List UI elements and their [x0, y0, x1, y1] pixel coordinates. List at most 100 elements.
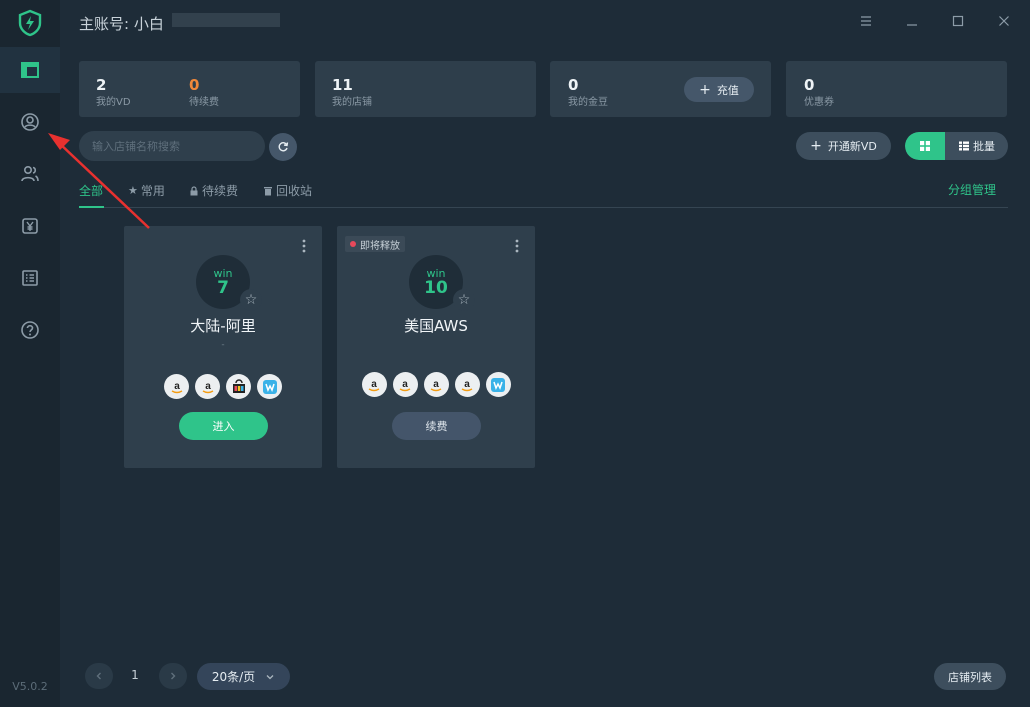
- vd-name: 美国AWS: [404, 317, 468, 335]
- tab-pending-renew-label: 待续费: [202, 184, 239, 198]
- status-badge-label: 即将释放: [360, 240, 400, 252]
- renew-button[interactable]: 续费: [392, 412, 481, 440]
- recharge-button[interactable]: + 充值: [684, 77, 754, 102]
- stat-my-beans-value: 0: [568, 76, 579, 94]
- wish-icon[interactable]: [485, 372, 511, 397]
- sidebar-item-help[interactable]: [0, 307, 60, 353]
- filter-tabs: 全部 ★ 常用 待续费 回收站 分组管理: [79, 180, 1008, 208]
- users-icon: [21, 165, 39, 182]
- stat-coupons-value: 0: [804, 76, 815, 94]
- plus-icon: +: [810, 138, 822, 154]
- favorite-button[interactable]: ☆: [240, 289, 262, 311]
- platform-list: a a a a: [337, 372, 535, 397]
- page-size-label: 20条/页: [211, 670, 256, 684]
- stat-my-beans-label: 我的金豆: [568, 97, 608, 108]
- sidebar-item-billing[interactable]: [0, 203, 60, 249]
- stat-pending-renew-label: 待续费: [189, 97, 219, 108]
- view-toggle: 批量: [905, 132, 1008, 160]
- menu-button[interactable]: [855, 10, 877, 32]
- sidebar-item-members[interactable]: [0, 151, 60, 197]
- stat-card-beans: 0 我的金豆 + 充值: [550, 61, 771, 117]
- platform-list: a a: [124, 374, 322, 399]
- amazon-icon[interactable]: a: [164, 374, 189, 399]
- amazon-icon[interactable]: a: [195, 374, 220, 399]
- status-dot: [350, 241, 356, 247]
- open-vd-label: 开通新VD: [827, 140, 877, 153]
- wish-icon[interactable]: [257, 374, 282, 399]
- shield-logo-icon: [18, 9, 42, 37]
- window-title: 主账号: 小白: [79, 13, 164, 34]
- title-prefix: 主账号:: [79, 15, 130, 33]
- shop-search-input[interactable]: [79, 131, 265, 161]
- app-version: V5.0.2: [12, 680, 48, 693]
- minimize-button[interactable]: [901, 10, 923, 32]
- amazon-icon[interactable]: a: [361, 372, 387, 397]
- vd-card[interactable]: 即将释放 win 10 ☆ 美国AWS a a a a 续费: [337, 226, 535, 468]
- sidebar-item-list[interactable]: [0, 255, 60, 301]
- maximize-icon: [952, 15, 964, 27]
- vd-subtitle: -: [221, 340, 225, 350]
- recharge-label: 充值: [716, 83, 739, 97]
- vd-card[interactable]: win 7 ☆ 大陆-阿里 - a a 进入: [124, 226, 322, 468]
- stat-pending-renew-value: 0: [189, 76, 200, 94]
- stat-my-shops-label: 我的店铺: [332, 97, 372, 108]
- tab-recycle-bin-label: 回收站: [276, 184, 313, 198]
- stat-card-coupons: 0 优惠券: [786, 61, 1007, 117]
- minimize-icon: [907, 24, 917, 26]
- sidebar-item-dashboard[interactable]: [0, 47, 60, 93]
- vd-name: 大陆-阿里: [190, 317, 256, 335]
- status-badge: 即将释放: [345, 236, 405, 252]
- chevron-left-icon: [96, 672, 101, 680]
- active-tab-underline: [79, 206, 104, 208]
- shop-list-button[interactable]: 店铺列表: [934, 663, 1006, 690]
- stat-my-vd-value: 2: [96, 76, 107, 94]
- grid-icon: [920, 141, 930, 151]
- stat-coupons-label: 优惠券: [804, 97, 834, 108]
- group-management-link[interactable]: 分组管理: [948, 181, 996, 198]
- favorite-button[interactable]: ☆: [453, 289, 475, 311]
- star-icon: ★: [128, 184, 138, 197]
- help-circle-icon: [21, 321, 39, 339]
- refresh-icon: [278, 142, 289, 152]
- stat-card-shops: 11 我的店铺: [315, 61, 536, 117]
- more-options-icon[interactable]: [300, 239, 308, 253]
- amazon-icon[interactable]: a: [392, 372, 418, 397]
- sidebar-item-account[interactable]: [0, 99, 60, 145]
- maximize-button[interactable]: [947, 10, 969, 32]
- tab-pending-renew[interactable]: 待续费: [189, 182, 238, 199]
- lock-icon: [190, 185, 198, 195]
- tab-favorites[interactable]: ★ 常用: [128, 182, 165, 199]
- tab-all-label: 全部: [79, 184, 104, 198]
- open-new-vd-button[interactable]: + 开通新VD: [796, 132, 891, 160]
- svg-text:a: a: [402, 379, 408, 390]
- tab-recycle-bin[interactable]: 回收站: [263, 182, 312, 199]
- plus-icon: +: [699, 81, 711, 98]
- page-size-select[interactable]: 20条/页: [197, 663, 290, 690]
- table-icon: [959, 141, 969, 151]
- page-number[interactable]: 1: [126, 668, 144, 682]
- grid-view-button[interactable]: [905, 132, 945, 160]
- close-button[interactable]: [993, 10, 1015, 32]
- list-icon: [22, 270, 38, 286]
- layout-icon: [21, 62, 39, 78]
- svg-text:a: a: [174, 381, 180, 392]
- batch-view-button[interactable]: 批量: [945, 132, 1008, 160]
- prev-page-button[interactable]: [85, 663, 113, 689]
- amazon-icon[interactable]: a: [454, 372, 480, 397]
- tab-favorites-label: 常用: [140, 184, 165, 198]
- star-outline-icon: ☆: [457, 292, 471, 308]
- svg-text:a: a: [205, 381, 211, 392]
- svg-text:a: a: [433, 379, 439, 390]
- stat-my-vd-label: 我的VD: [96, 97, 131, 108]
- shop-icon[interactable]: [226, 374, 251, 399]
- enter-button[interactable]: 进入: [179, 412, 268, 440]
- sidebar: V5.0.2: [0, 0, 60, 707]
- yen-icon: [22, 218, 38, 234]
- tab-all[interactable]: 全部: [79, 182, 103, 199]
- next-page-button[interactable]: [159, 663, 187, 689]
- more-options-icon[interactable]: [513, 239, 521, 253]
- amazon-icon[interactable]: a: [423, 372, 449, 397]
- refresh-button[interactable]: [269, 133, 297, 161]
- stat-card-vd: 2 我的VD 0 待续费: [79, 61, 300, 117]
- redacted-block: [172, 13, 280, 27]
